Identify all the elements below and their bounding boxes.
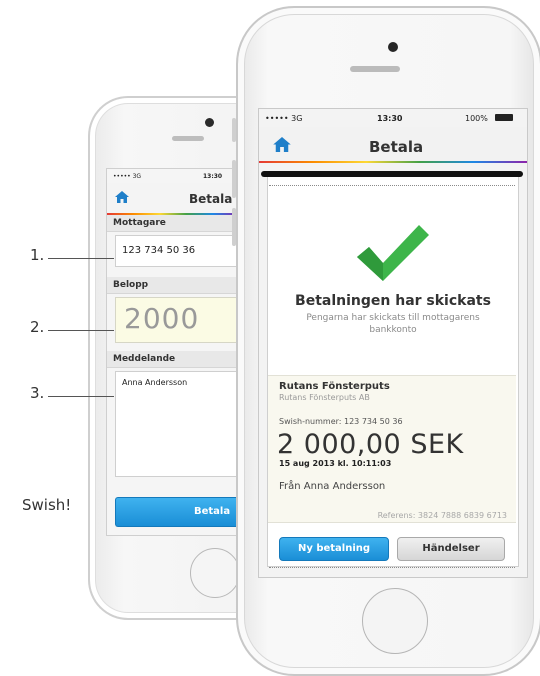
new-payment-label: Ny betalning	[297, 543, 371, 554]
swish-number: Swish-nummer: 123 734 50 36	[279, 417, 403, 426]
amount-input[interactable]: 2000	[115, 297, 239, 343]
home-icon[interactable]	[273, 137, 291, 152]
swish-caption: Swish!	[22, 496, 72, 514]
back-phone-screen: ••••• 3G 13:30 Betala Mottagare 123 734 …	[106, 168, 239, 536]
annotation-1-line	[48, 258, 114, 259]
nav-bar: Betala	[107, 183, 239, 213]
annotation-1: 1.	[30, 246, 45, 264]
pay-button[interactable]: Betala	[115, 497, 239, 527]
amount-section-header: Belopp	[107, 277, 239, 294]
new-payment-button[interactable]: Ny betalning	[279, 537, 389, 561]
confirmation-subtitle: Pengarna har skickats till mottagarens b…	[306, 313, 480, 335]
battery-percent: 100%	[465, 114, 488, 123]
receipt-perforation-top	[269, 185, 515, 186]
nav-title: Betala	[369, 138, 424, 156]
home-icon[interactable]	[115, 191, 129, 203]
status-bar: ••••• 3G 13:30 100%	[259, 109, 527, 127]
amount-value: 2000	[124, 302, 200, 335]
payment-amount: 2 000,00 SEK	[277, 429, 464, 460]
speaker-grille	[350, 66, 400, 72]
annotation-2: 2.	[30, 318, 45, 336]
recipient-section-header: Mottagare	[107, 215, 239, 232]
annotation-2-line	[48, 330, 114, 331]
rainbow-divider	[259, 161, 527, 163]
camera-icon	[205, 118, 214, 127]
status-bar: ••••• 3G 13:30	[107, 169, 239, 183]
receipt-slot	[261, 171, 523, 177]
home-button[interactable]	[362, 588, 428, 654]
receipt-perforation-bottom	[269, 567, 515, 568]
carrier-signal: ••••• 3G	[265, 114, 303, 123]
recipient-input[interactable]: 123 734 50 36	[115, 235, 239, 267]
battery-icon	[495, 114, 513, 121]
front-phone-screen: ••••• 3G 13:30 100% Betala Betalningen h…	[258, 108, 528, 578]
annotation-3-line	[48, 396, 114, 397]
speaker-grille	[172, 136, 204, 141]
payment-reference: Referens: 3824 7888 6839 6713	[377, 511, 507, 520]
home-button[interactable]	[190, 548, 240, 598]
events-button[interactable]: Händelser	[397, 537, 505, 561]
checkmark-icon	[357, 225, 429, 281]
nav-bar: Betala	[259, 127, 527, 161]
camera-icon	[388, 42, 398, 52]
payee-name: Rutans Fönsterputs	[279, 381, 390, 392]
payee-organization: Rutans Fönsterputs AB	[279, 393, 370, 402]
recipient-label: Mottagare	[113, 218, 166, 228]
status-time: 13:30	[203, 173, 223, 180]
amount-label: Belopp	[113, 280, 149, 290]
message-input[interactable]: Anna Andersson	[115, 371, 239, 477]
annotation-3: 3.	[30, 384, 45, 402]
message-label: Meddelande	[113, 354, 176, 364]
nav-title: Betala	[189, 192, 233, 206]
pay-button-label: Betala	[194, 506, 231, 517]
payment-sender: Från Anna Andersson	[279, 481, 386, 492]
payment-datetime: 15 aug 2013 kl. 10:11:03	[279, 459, 392, 468]
confirmation-title: Betalningen har skickats	[295, 293, 491, 309]
message-value: Anna Andersson	[122, 378, 188, 387]
carrier-signal: ••••• 3G	[113, 173, 142, 180]
status-time: 13:30	[377, 114, 403, 123]
events-label: Händelser	[422, 543, 480, 554]
message-section-header: Meddelande	[107, 351, 239, 368]
recipient-value: 123 734 50 36	[122, 245, 196, 256]
